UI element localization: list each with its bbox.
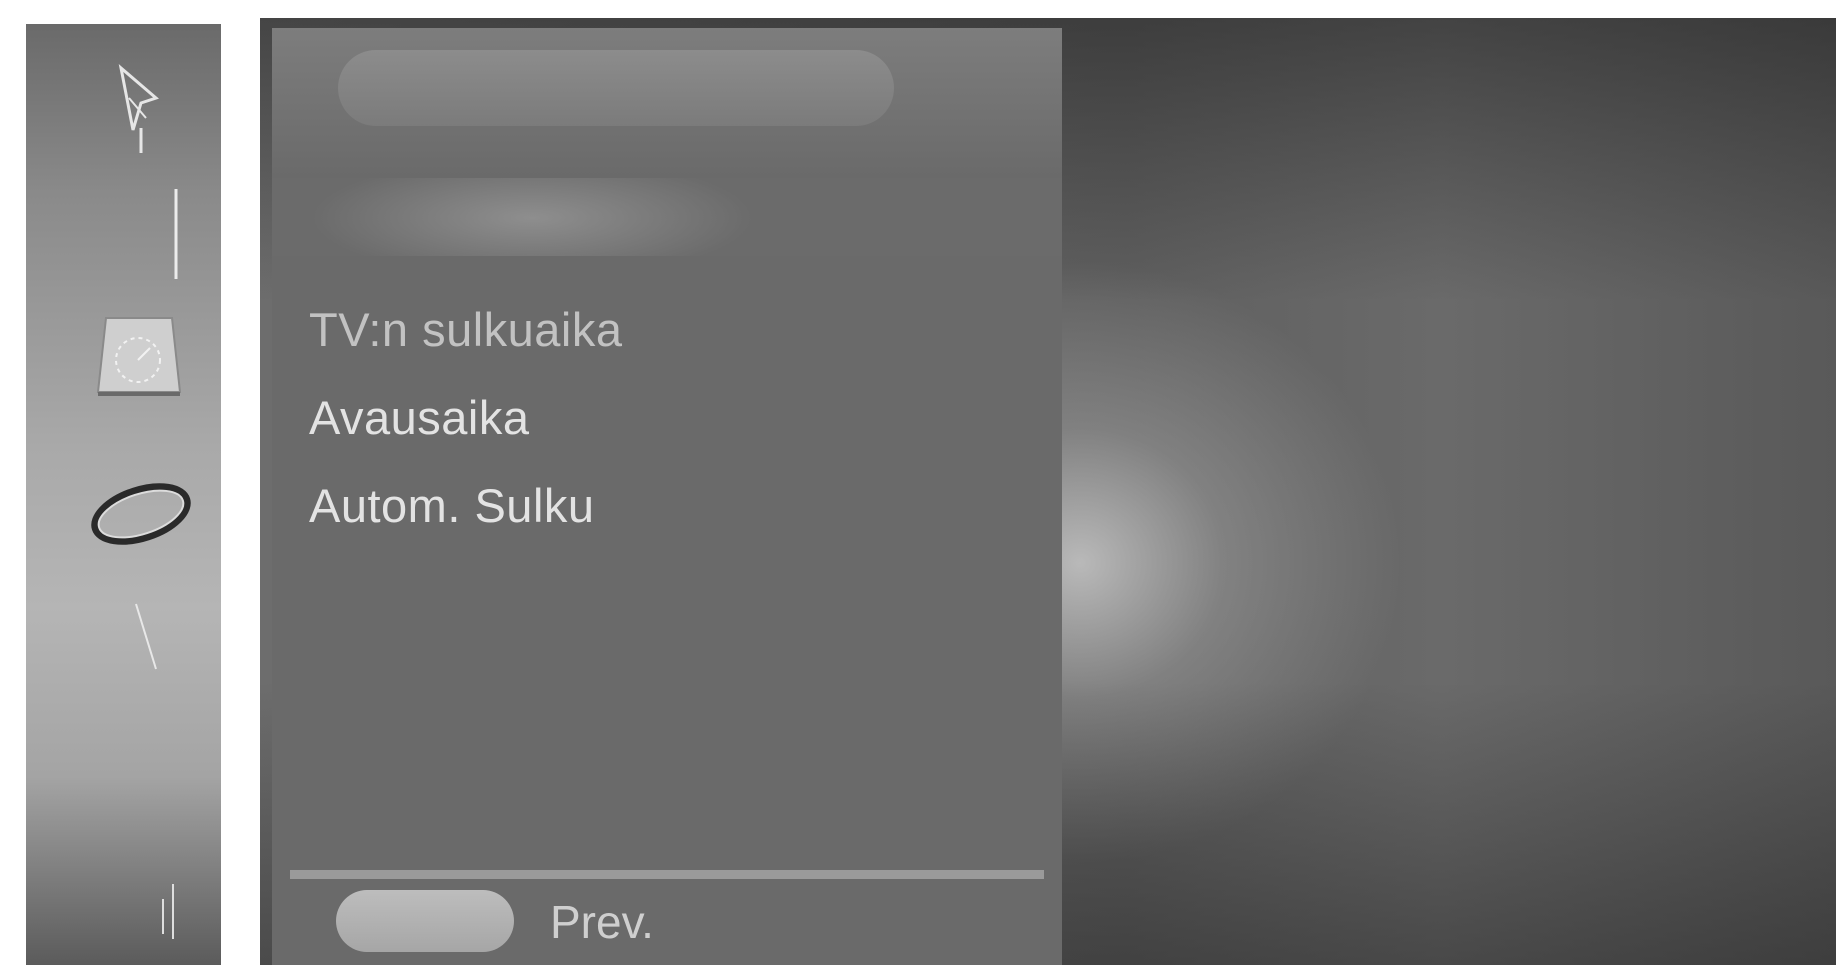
menu-panel: TV:n sulkuaika Avausaika Autom. Sulku Pr…	[272, 28, 1062, 965]
menu-title	[338, 50, 894, 126]
option-icon[interactable]	[71, 464, 211, 564]
menu-item-on-time[interactable]: Avausaika	[309, 390, 530, 445]
menu-items-list: TV:n sulkuaika Avausaika Autom. Sulku	[272, 256, 1062, 965]
header-separator	[272, 178, 1062, 256]
menu-item-tv-off-time[interactable]: TV:n sulkuaika	[309, 302, 623, 357]
time-icon[interactable]	[84, 314, 194, 424]
footer-divider	[290, 870, 1044, 879]
tv-screen: TV:n sulkuaika Avausaika Autom. Sulku Pr…	[0, 0, 1836, 965]
prev-label: Prev.	[550, 896, 654, 948]
menu-item-auto-off[interactable]: Autom. Sulku	[309, 478, 595, 533]
menu-icon-strip	[26, 24, 221, 965]
menu-header	[272, 28, 1062, 178]
menu-line-icon[interactable]	[171, 189, 181, 279]
menu-line-icon[interactable]	[126, 599, 166, 679]
setup-icon[interactable]	[101, 58, 181, 158]
menu-line-icon[interactable]	[151, 879, 191, 949]
prev-button[interactable]	[336, 890, 514, 952]
